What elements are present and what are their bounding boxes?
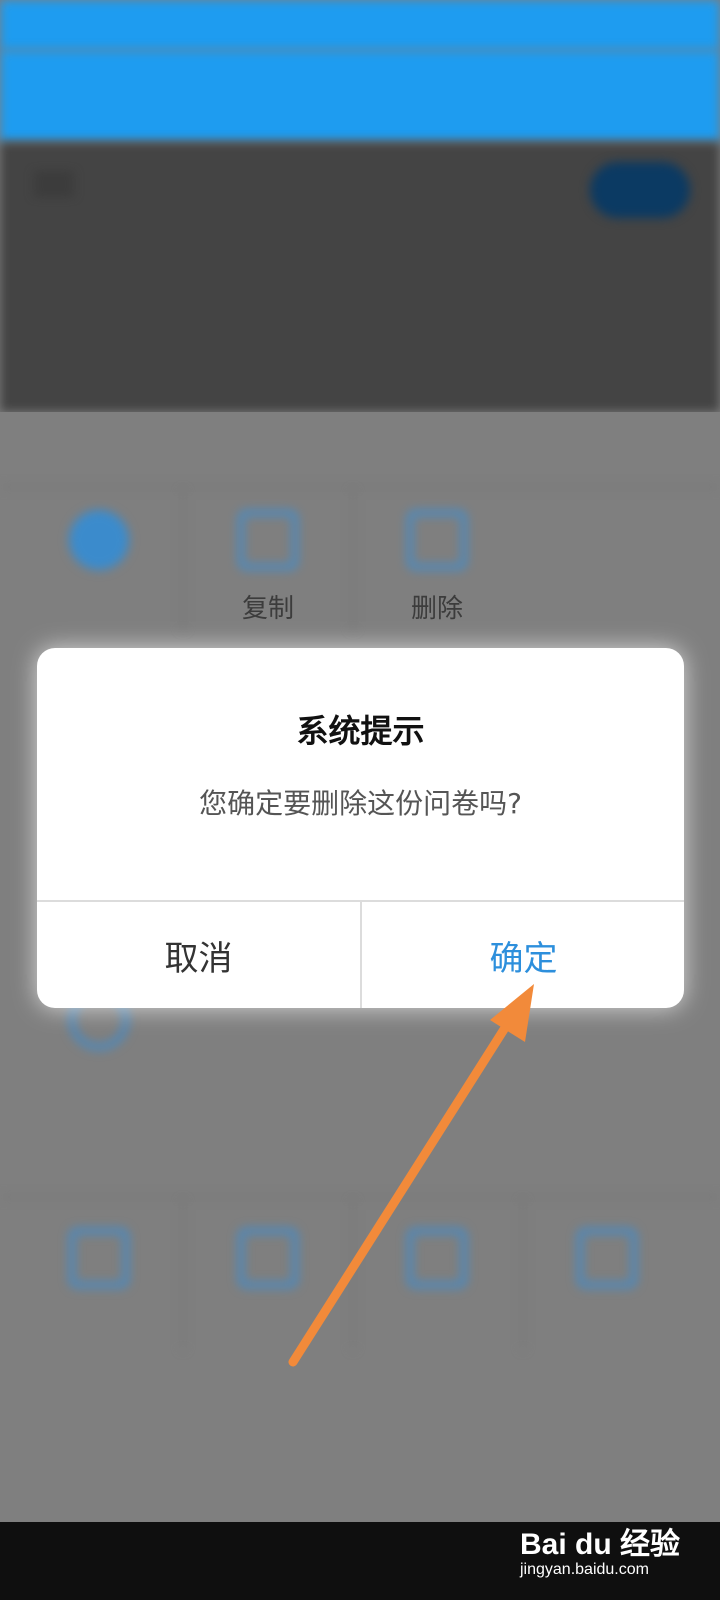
trash-icon <box>407 510 467 570</box>
grid-item-tool <box>352 1228 522 1288</box>
header-action-button <box>590 162 690 218</box>
edit-icon <box>69 510 129 570</box>
grid-label-delete: 删除 <box>410 594 463 624</box>
grid-item-tool <box>522 1228 692 1288</box>
grid-item-delete: 删除 <box>352 510 522 625</box>
watermark-url: jingyan.baidu.com <box>520 1561 649 1578</box>
menu-icon <box>34 168 74 198</box>
dialog-message: 您确定要删除这份问卷吗? <box>199 787 522 820</box>
cancel-button[interactable]: 取消 <box>37 902 360 1008</box>
copy-icon <box>238 510 298 570</box>
divider <box>0 1196 720 1198</box>
watermark-brand: Bai du 经验 <box>520 1528 681 1561</box>
heart-icon <box>407 1228 467 1288</box>
confirm-dialog: 系统提示 您确定要删除这份问卷吗? 取消 确定 <box>37 648 684 1008</box>
document-icon <box>238 1228 298 1288</box>
dialog-title: 系统提示 <box>296 712 425 750</box>
baidu-jingyan-watermark: Bai du 经验 jingyan.baidu.com <box>520 1515 690 1585</box>
chart-icon <box>69 1228 129 1288</box>
status-bar <box>0 0 720 50</box>
confirm-button[interactable]: 确定 <box>362 902 684 1008</box>
grid-item-tool <box>14 1228 184 1288</box>
grid-item-copy: 复制 <box>183 510 353 625</box>
divider <box>0 486 720 488</box>
app-header <box>0 50 720 142</box>
grid-item-tool <box>183 1228 353 1288</box>
grid-icon <box>577 1228 637 1288</box>
grid-item-edit <box>14 510 184 570</box>
grid-label-copy: 复制 <box>241 594 294 624</box>
